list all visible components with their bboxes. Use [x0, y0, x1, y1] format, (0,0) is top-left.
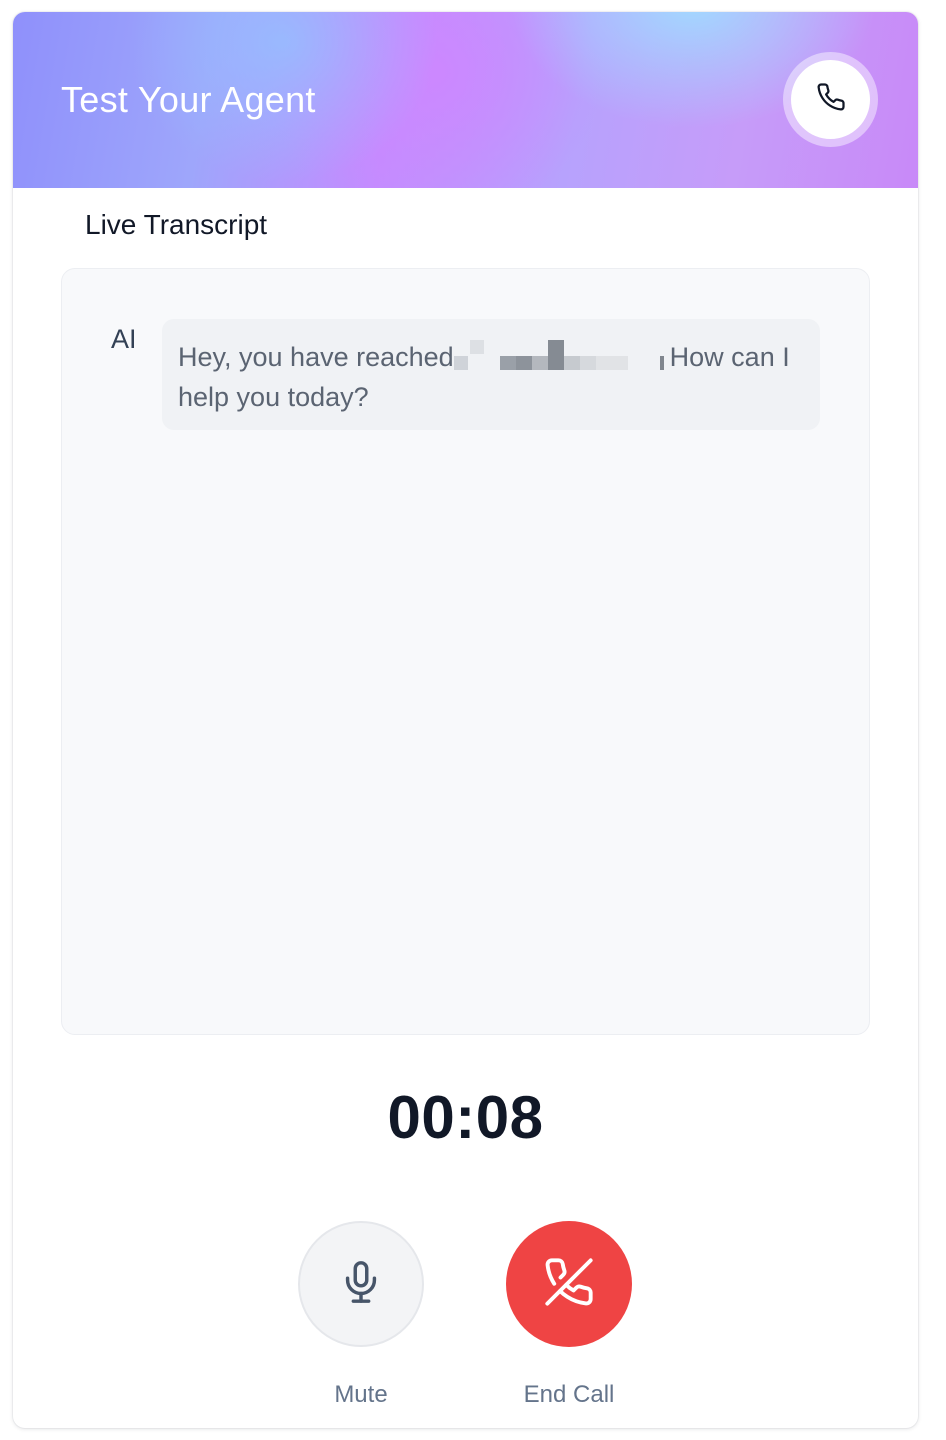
message-text: Hey, you have reached How can I help you … — [178, 337, 808, 417]
header-banner: Test Your Agent — [13, 12, 918, 188]
end-call-label: End Call — [523, 1381, 615, 1408]
end-call-button[interactable] — [506, 1221, 632, 1347]
mute-label: Mute — [334, 1381, 388, 1408]
page-title: Test Your Agent — [61, 79, 316, 120]
phone-off-icon — [543, 1256, 595, 1313]
message-speaker: AI — [111, 324, 137, 354]
mute-button[interactable] — [298, 1221, 424, 1347]
phone-icon — [816, 82, 846, 117]
microphone-icon — [338, 1259, 384, 1310]
agent-test-card: Test Your Agent Live Transcript AI Hey, … — [13, 12, 918, 1428]
call-timer: 00:08 — [387, 1084, 544, 1151]
redacted-text — [453, 340, 664, 372]
start-call-button[interactable] — [791, 60, 870, 139]
message-bubble: Hey, you have reached How can I help you … — [162, 319, 820, 430]
live-transcript-heading: Live Transcript — [85, 209, 268, 240]
message-text-start: Hey, you have reached — [178, 342, 454, 372]
transcript-panel[interactable]: AI Hey, you have reached How can I help y… — [61, 268, 870, 1035]
